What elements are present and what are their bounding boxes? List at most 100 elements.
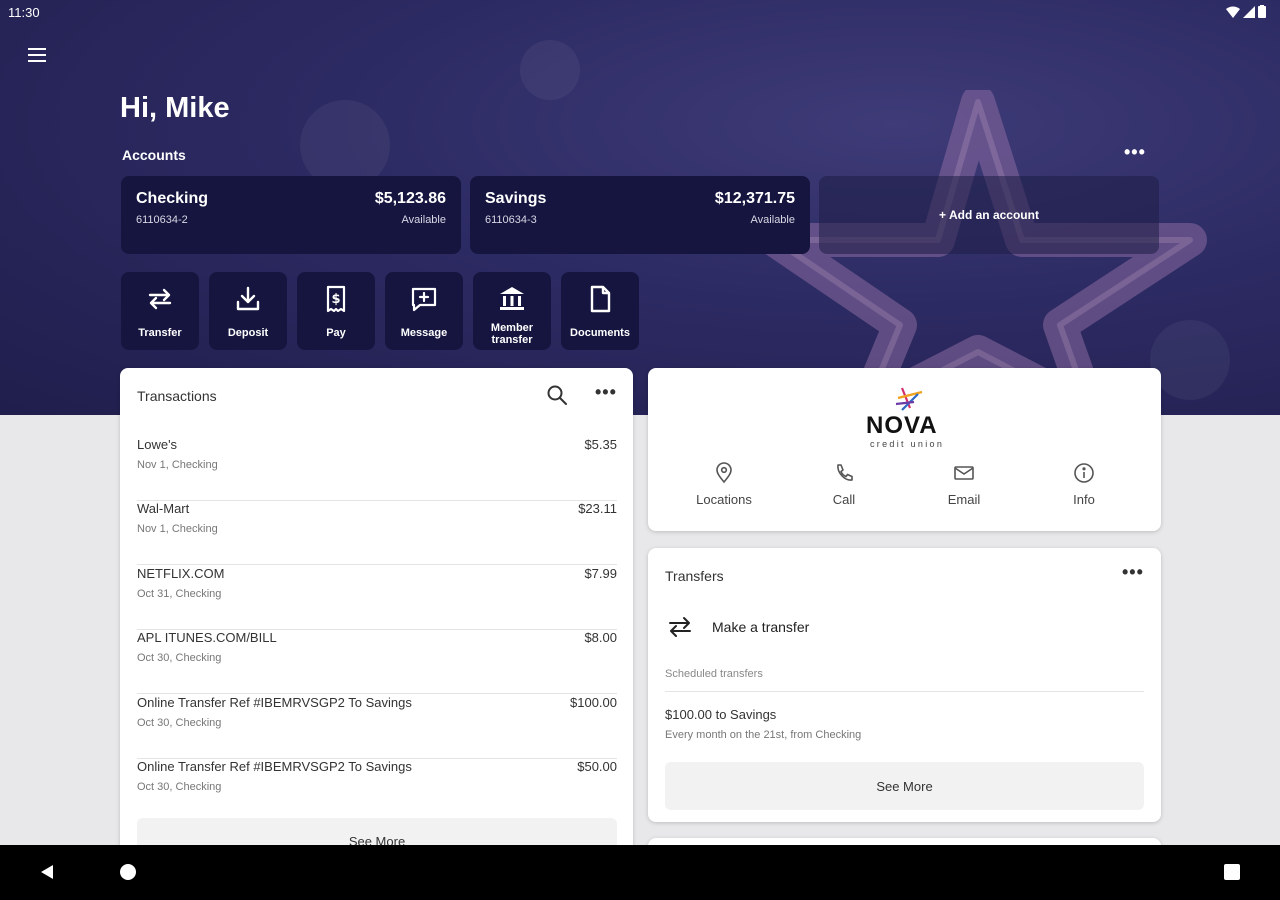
message-icon [411,287,437,312]
pay-action-button[interactable]: $ Pay [297,272,375,350]
transaction-row[interactable]: Wal-Mart Nov 1, Checking $23.11 [137,501,617,565]
search-icon[interactable] [546,384,568,406]
quick-link-label: Locations [696,492,752,507]
transactions-more-icon[interactable]: ••• [595,382,617,403]
action-label: Documents [570,327,630,339]
credit-union-card: NOVA credit union Locations Call Email I… [648,368,1161,531]
transfer-icon [669,617,691,637]
transfer-action-button[interactable]: Transfer [121,272,199,350]
battery-icon [1258,5,1266,18]
nova-logo-subtitle: credit union [870,439,945,449]
make-transfer-label: Make a transfer [712,619,810,635]
action-label: Transfer [138,327,182,339]
action-label: Message [400,327,448,339]
account-balance: $12,371.75 [714,190,795,207]
transfer-icon [148,288,172,310]
transaction-detail: Oct 30, Checking [137,781,222,793]
status-icons [1226,5,1266,18]
account-number: 6110634-2 [136,214,188,226]
recents-icon[interactable] [1224,864,1240,880]
back-icon[interactable] [38,863,56,881]
svg-text:$: $ [331,292,340,307]
email-link[interactable]: Email [914,462,1014,507]
transactions-title: Transactions [137,388,217,404]
location-pin-icon [716,462,732,484]
transaction-amount: $7.99 [584,566,617,581]
phone-icon [837,464,853,481]
message-action-button[interactable]: Message [385,272,463,350]
action-label: Deposit [227,327,269,339]
account-available-label: Available [401,214,446,226]
home-icon[interactable] [120,864,136,880]
action-label: Member transfer [490,322,534,346]
document-icon [590,285,611,313]
pay-icon: $ [326,285,346,313]
deposit-icon [236,286,260,311]
call-link[interactable]: Call [794,462,894,507]
scheduled-transfers-label: Scheduled transfers [665,668,763,680]
make-transfer-button[interactable]: Make a transfer [665,610,1065,644]
transaction-detail: Oct 30, Checking [137,652,222,664]
nova-logo-word: NOVA [866,412,938,439]
quick-link-label: Email [947,492,981,507]
transaction-amount: $5.35 [584,437,617,452]
transfers-card: Transfers ••• Make a transfer Scheduled … [648,548,1161,822]
add-account-label: + Add an account [939,208,1039,222]
add-account-button[interactable]: + Add an account [819,176,1159,254]
transfers-more-icon[interactable]: ••• [1122,562,1144,583]
transaction-merchant: APL ITUNES.COM/BILL [137,630,277,645]
info-link[interactable]: Info [1034,462,1134,507]
transaction-merchant: NETFLIX.COM [137,566,225,581]
transaction-row[interactable]: NETFLIX.COM Oct 31, Checking $7.99 [137,566,617,630]
scheduled-transfer-subtitle: Every month on the 21st, from Checking [665,729,862,741]
scheduled-transfer-title[interactable]: $100.00 to Savings [665,707,776,722]
transfers-see-more-button[interactable]: See More [665,762,1144,810]
transaction-row[interactable]: Online Transfer Ref #IBEMRVSGP2 To Savin… [137,759,617,823]
documents-action-button[interactable]: Documents [561,272,639,350]
transaction-detail: Oct 30, Checking [137,717,222,729]
account-card-savings[interactable]: Savings 6110634-3 $12,371.75 Available [470,176,810,254]
email-icon [954,466,974,480]
account-available-label: Available [750,214,795,226]
transaction-amount: $23.11 [578,501,617,516]
transaction-detail: Oct 31, Checking [137,588,222,600]
account-name: Savings [485,190,547,207]
status-time: 11:30 [8,5,40,20]
account-card-checking[interactable]: Checking 6110634-2 $5,123.86 Available [121,176,461,254]
account-name: Checking [136,190,209,207]
transactions-card: Transactions ••• Lowe's Nov 1, Checking … [120,368,633,868]
transaction-amount: $50.00 [577,759,617,774]
deposit-action-button[interactable]: Deposit [209,272,287,350]
transaction-row[interactable]: Online Transfer Ref #IBEMRVSGP2 To Savin… [137,695,617,759]
transaction-merchant: Lowe's [137,437,178,452]
wifi-icon [1226,6,1240,18]
divider [665,691,1144,692]
transaction-amount: $8.00 [584,630,617,645]
locations-link[interactable]: Locations [674,462,774,507]
member-transfer-action-button[interactable]: Member transfer [473,272,551,350]
transaction-detail: Nov 1, Checking [137,523,218,535]
transaction-detail: Nov 1, Checking [137,459,218,471]
menu-icon[interactable] [24,44,50,70]
quick-link-label: Info [1073,492,1095,507]
transaction-merchant: Online Transfer Ref #IBEMRVSGP2 To Savin… [137,695,412,710]
transfers-title: Transfers [665,568,724,584]
transaction-row[interactable]: Lowe's Nov 1, Checking $5.35 [137,437,617,501]
account-number: 6110634-3 [485,214,537,226]
accounts-label: Accounts [122,147,186,163]
account-balance: $5,123.86 [374,190,446,207]
transaction-row[interactable]: APL ITUNES.COM/BILL Oct 30, Checking $8.… [137,630,617,694]
bank-icon [500,287,524,310]
quick-link-label: Call [832,492,856,507]
signal-icon [1243,5,1255,18]
bokeh-light [520,40,580,100]
transaction-amount: $100.00 [570,695,617,710]
status-bar: 11:30 [0,0,1280,26]
action-label: Pay [326,327,346,339]
transaction-merchant: Wal-Mart [137,501,190,516]
system-nav-bar [0,845,1280,900]
accounts-more-icon[interactable]: ••• [1124,142,1146,163]
greeting: Hi, Mike [120,92,230,124]
transaction-merchant: Online Transfer Ref #IBEMRVSGP2 To Savin… [137,759,412,774]
info-icon [1074,463,1094,483]
